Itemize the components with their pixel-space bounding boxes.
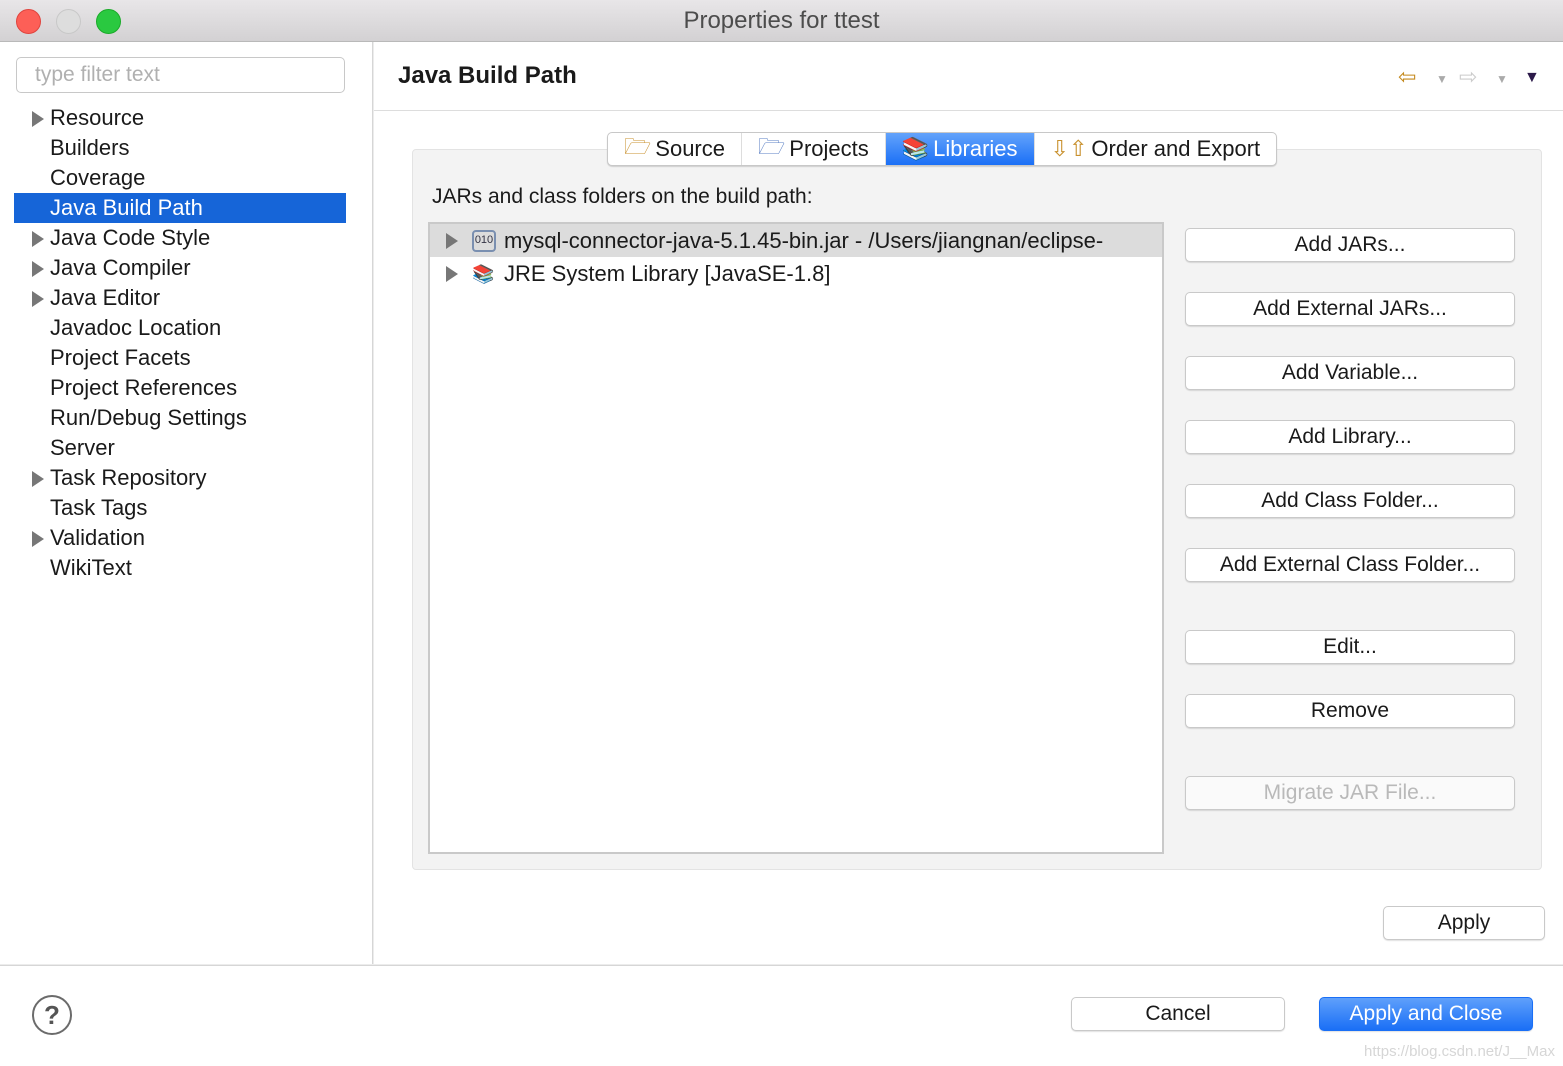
add-library-button[interactable]: Add Library... xyxy=(1185,420,1515,454)
back-arrow-icon[interactable]: ⇦ xyxy=(1398,64,1416,90)
close-button[interactable] xyxy=(16,9,41,34)
sidebar-item-label: Java Compiler xyxy=(50,255,191,280)
sidebar-item-label: Project References xyxy=(50,375,238,400)
edit-button[interactable]: Edit... xyxy=(1185,630,1515,664)
expand-arrow-icon[interactable] xyxy=(32,231,44,247)
sidebar-item[interactable]: Builders xyxy=(14,133,346,163)
expand-arrow-icon[interactable] xyxy=(32,111,44,127)
sidebar-item-label: Javadoc Location xyxy=(50,315,222,340)
list-label: JARs and class folders on the build path… xyxy=(432,185,813,208)
tab-libraries[interactable]: 📚 Libraries xyxy=(885,133,1035,165)
tab-bar: 🗁 Source 🗁 Projects 📚 Libraries ⇩⇧ Order and… xyxy=(607,132,1278,166)
migrate-jar-button: Migrate JAR File... xyxy=(1185,776,1515,810)
forward-menu-icon[interactable]: ▼ xyxy=(1496,72,1508,86)
filter-input[interactable] xyxy=(16,57,345,93)
property-tree: Resource Builders Coverage Java Build Path J… xyxy=(14,103,346,583)
watermark: https://blog.csdn.net/J__Max xyxy=(1364,1043,1555,1060)
sidebar-item[interactable]: Coverage xyxy=(14,163,346,193)
order-export-icon: ⇩⇧ xyxy=(1050,136,1088,161)
help-icon[interactable]: ? xyxy=(32,995,72,1035)
sidebar-item-label: Resource xyxy=(50,105,145,130)
sidebar: Resource Builders Coverage Java Build Path J… xyxy=(0,42,373,964)
sidebar-item-label: Validation xyxy=(50,525,145,550)
tab-source[interactable]: 🗁 Source xyxy=(608,133,742,165)
expand-arrow-icon[interactable] xyxy=(32,291,44,307)
sidebar-item[interactable]: Project References xyxy=(14,373,346,403)
sidebar-item[interactable]: Java Editor xyxy=(14,283,346,313)
add-class-folder-button[interactable]: Add Class Folder... xyxy=(1185,484,1515,518)
sidebar-item[interactable]: Server xyxy=(14,433,346,463)
add-external-jars-button[interactable]: Add External JARs... xyxy=(1185,292,1515,326)
tab-label: Order and Export xyxy=(1091,136,1261,161)
source-folder-icon: 🗁 xyxy=(624,134,652,159)
tab-label: Libraries xyxy=(933,136,1018,161)
sidebar-item[interactable]: Resource xyxy=(14,103,346,133)
forward-arrow-icon[interactable]: ⇨ xyxy=(1459,64,1477,90)
sidebar-item[interactable]: Java Compiler xyxy=(14,253,346,283)
expand-arrow-icon[interactable] xyxy=(32,261,44,277)
projects-icon: 🗁 xyxy=(758,134,786,159)
entry-label: mysql-connector-java-5.1.45-bin.jar - /U… xyxy=(504,228,1104,253)
minimize-button[interactable] xyxy=(56,9,81,34)
page-title: Java Build Path xyxy=(398,62,577,89)
sidebar-item[interactable]: Task Repository xyxy=(14,463,346,493)
tab-order-and-export[interactable]: ⇩⇧ Order and Export xyxy=(1035,133,1277,165)
add-jars-button[interactable]: Add JARs... xyxy=(1185,228,1515,262)
main-panel: Java Build Path ⇦ ▼ ⇨ ▼ ▼ 🗁 Source 🗁 Proje… xyxy=(374,42,1563,964)
jar-icon: 010 xyxy=(472,230,496,252)
list-item[interactable]: 010 mysql-connector-java-5.1.45-bin.jar -… xyxy=(430,224,1162,257)
title-bar: Properties for ttest xyxy=(0,0,1563,42)
sidebar-item-label: Java Editor xyxy=(50,285,161,310)
list-item[interactable]: 📚 JRE System Library [JavaSE-1.8] xyxy=(430,257,1162,290)
window-title: Properties for ttest xyxy=(683,7,880,34)
sidebar-item[interactable]: Javadoc Location xyxy=(14,313,346,343)
sidebar-item[interactable]: Validation xyxy=(14,523,346,553)
remove-button[interactable]: Remove xyxy=(1185,694,1515,728)
sidebar-item[interactable]: Java Code Style xyxy=(14,223,346,253)
sidebar-item-label: WikiText xyxy=(50,555,132,580)
view-menu-icon[interactable]: ▼ xyxy=(1524,69,1540,87)
sidebar-item-label: Run/Debug Settings xyxy=(50,405,247,430)
build-path-list[interactable]: 010 mysql-connector-java-5.1.45-bin.jar -… xyxy=(428,222,1164,854)
expand-arrow-icon[interactable] xyxy=(446,233,458,249)
sidebar-item[interactable]: Java Build Path xyxy=(14,193,346,223)
back-menu-icon[interactable]: ▼ xyxy=(1436,72,1448,86)
entry-label: JRE System Library [JavaSE-1.8] xyxy=(504,261,831,286)
add-variable-button[interactable]: Add Variable... xyxy=(1185,356,1515,390)
sidebar-item-label: Java Build Path xyxy=(50,195,203,220)
sidebar-item[interactable]: Task Tags xyxy=(14,493,346,523)
sidebar-item-label: Task Repository xyxy=(50,465,207,490)
sidebar-item[interactable]: Run/Debug Settings xyxy=(14,403,346,433)
sidebar-item[interactable]: Project Facets xyxy=(14,343,346,373)
sidebar-item-label: Coverage xyxy=(50,165,146,190)
zoom-button[interactable] xyxy=(96,9,121,34)
tab-projects[interactable]: 🗁 Projects xyxy=(742,133,886,165)
expand-arrow-icon[interactable] xyxy=(32,531,44,547)
apply-button[interactable]: Apply xyxy=(1383,906,1545,940)
sidebar-item-label: Project Facets xyxy=(50,345,191,370)
cancel-button[interactable]: Cancel xyxy=(1071,997,1285,1031)
add-external-class-folder-button[interactable]: Add External Class Folder... xyxy=(1185,548,1515,582)
sidebar-item-label: Java Code Style xyxy=(50,225,211,250)
sidebar-item-label: Builders xyxy=(50,135,130,160)
sidebar-item-label: Task Tags xyxy=(50,495,148,520)
expand-arrow-icon[interactable] xyxy=(32,471,44,487)
libraries-icon: 📚 xyxy=(901,136,930,161)
dialog-footer: ? Cancel Apply and Close https://blog.cs… xyxy=(0,965,1563,1066)
expand-arrow-icon[interactable] xyxy=(446,266,458,282)
divider xyxy=(374,110,1563,111)
tab-label: Source xyxy=(655,136,725,161)
tab-label: Projects xyxy=(789,136,869,161)
library-icon: 📚 xyxy=(472,264,495,284)
sidebar-item-label: Server xyxy=(50,435,115,460)
apply-and-close-button[interactable]: Apply and Close xyxy=(1319,997,1533,1031)
sidebar-item[interactable]: WikiText xyxy=(14,553,346,583)
